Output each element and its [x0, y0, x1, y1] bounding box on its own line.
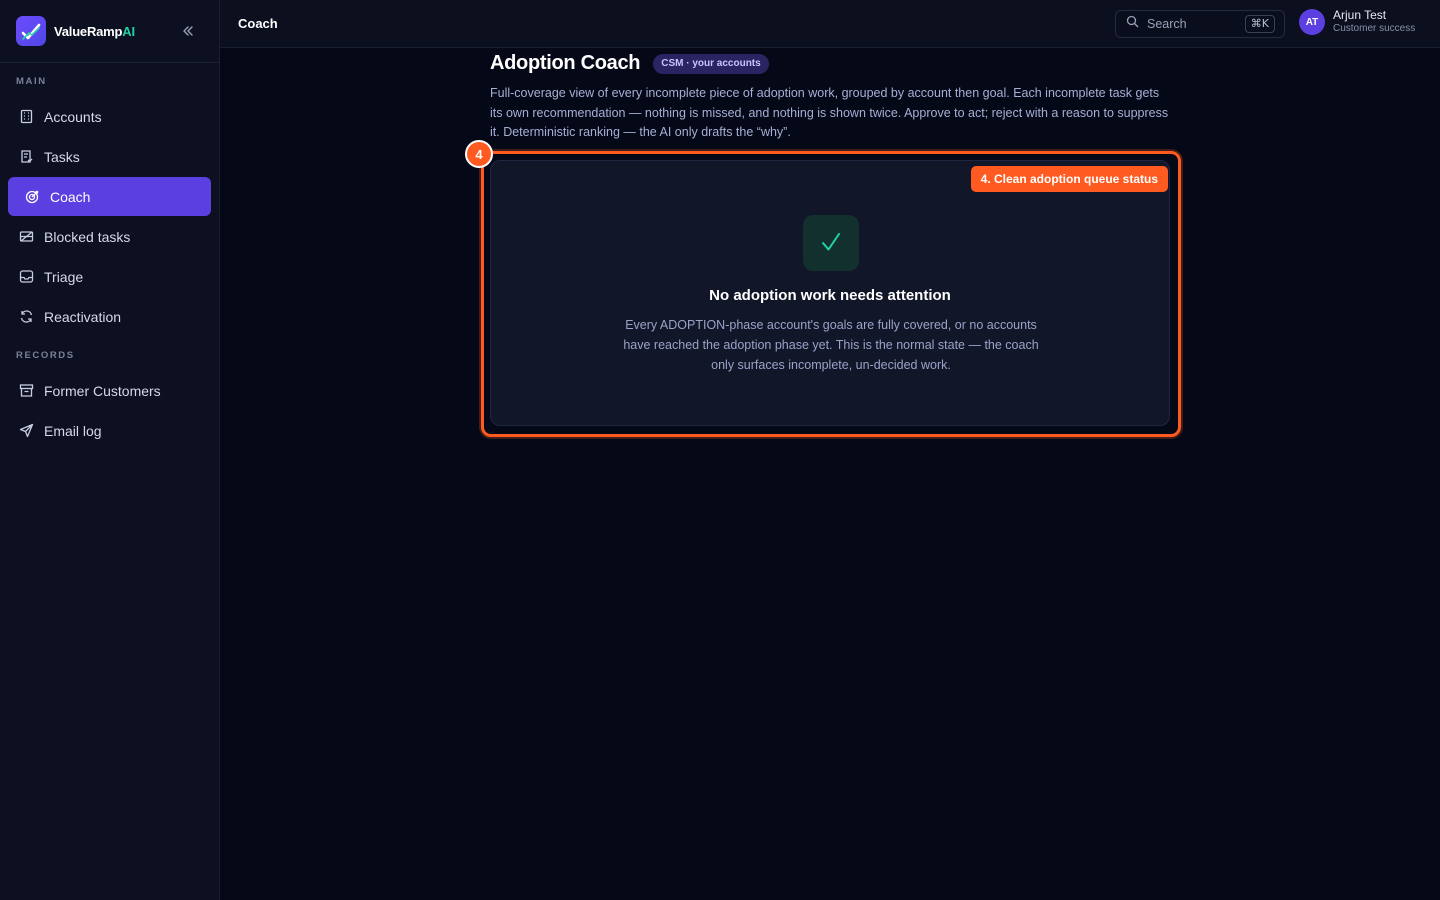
sidebar-item-reactivation[interactable]: Reactivation	[8, 297, 211, 336]
brand-name: ValueRampAI	[54, 23, 135, 39]
sidebar-item-label: Email log	[44, 422, 102, 439]
building-icon	[18, 109, 34, 125]
sidebar-item-label: Reactivation	[44, 308, 122, 325]
search-icon	[1126, 15, 1139, 33]
clipboard-icon	[18, 149, 34, 165]
app-root: ValueRampAI MAIN Accounts Tasks Coach Bl…	[0, 0, 1440, 900]
brand-logo-icon[interactable]	[16, 16, 46, 46]
sidebar-item-email-log[interactable]: Email log	[8, 411, 211, 450]
user-name: Arjun Test	[1333, 8, 1387, 23]
sidebar-item-tasks[interactable]: Tasks	[8, 137, 211, 176]
avatar: AT	[1299, 9, 1325, 35]
archive-icon	[18, 383, 34, 399]
sidebar-item-label: Coach	[50, 188, 91, 205]
topbar: Coach Search ⌘K AT Arjun Test Customer s…	[220, 0, 1440, 48]
sidebar-item-triage[interactable]: Triage	[8, 257, 211, 296]
search-input[interactable]: Search ⌘K	[1115, 10, 1285, 38]
annotation-step-label: 4. Clean adoption queue status	[970, 166, 1168, 192]
topbar-title: Coach	[238, 16, 278, 31]
section-label-records: RECORDS	[16, 350, 75, 361]
records-nav: Former Customers Email log	[0, 371, 219, 450]
scope-badge: CSM · your accounts	[653, 53, 769, 74]
send-icon	[18, 423, 34, 439]
main-content: Adoption Coach CSM · your accounts Full-…	[465, 52, 1181, 437]
search-placeholder: Search	[1147, 17, 1187, 31]
main-nav: Accounts Tasks Coach Blocked tasks Triag…	[0, 97, 219, 336]
sidebar-item-label: Triage	[44, 268, 84, 285]
title-row: Adoption Coach CSM · your accounts	[490, 52, 1180, 75]
annotation-highlight: 4 4. Clean adoption queue status	[465, 140, 1181, 437]
sidebar-item-accounts[interactable]: Accounts	[8, 97, 211, 136]
page-title: Adoption Coach	[490, 52, 641, 74]
blocked-icon	[18, 229, 34, 245]
collapse-sidebar-icon[interactable]	[179, 22, 197, 40]
user-meta: Arjun Test Customer success	[1333, 8, 1416, 35]
annotation-step-number: 4	[465, 140, 493, 168]
user-menu[interactable]: AT Arjun Test Customer success	[1299, 9, 1415, 35]
sidebar-item-former-customers[interactable]: Former Customers	[8, 371, 211, 410]
page-description: Full-coverage view of every incomplete p…	[490, 86, 1169, 139]
search-shortcut: ⌘K	[1244, 15, 1275, 33]
target-icon	[24, 189, 40, 205]
sidebar-item-blocked-tasks[interactable]: Blocked tasks	[8, 217, 211, 256]
sidebar: ValueRampAI MAIN Accounts Tasks Coach Bl…	[0, 0, 220, 900]
sidebar-item-label: Accounts	[44, 108, 102, 125]
brand: ValueRampAI	[0, 0, 219, 63]
refresh-icon	[18, 309, 34, 325]
user-role: Customer success	[1333, 23, 1416, 35]
sidebar-item-label: Tasks	[44, 148, 80, 165]
sidebar-item-label: Former Customers	[44, 382, 161, 399]
sidebar-item-coach[interactable]: Coach	[8, 177, 211, 216]
inbox-icon	[18, 269, 34, 285]
sidebar-item-label: Blocked tasks	[44, 228, 131, 245]
section-label-main: MAIN	[16, 76, 47, 87]
